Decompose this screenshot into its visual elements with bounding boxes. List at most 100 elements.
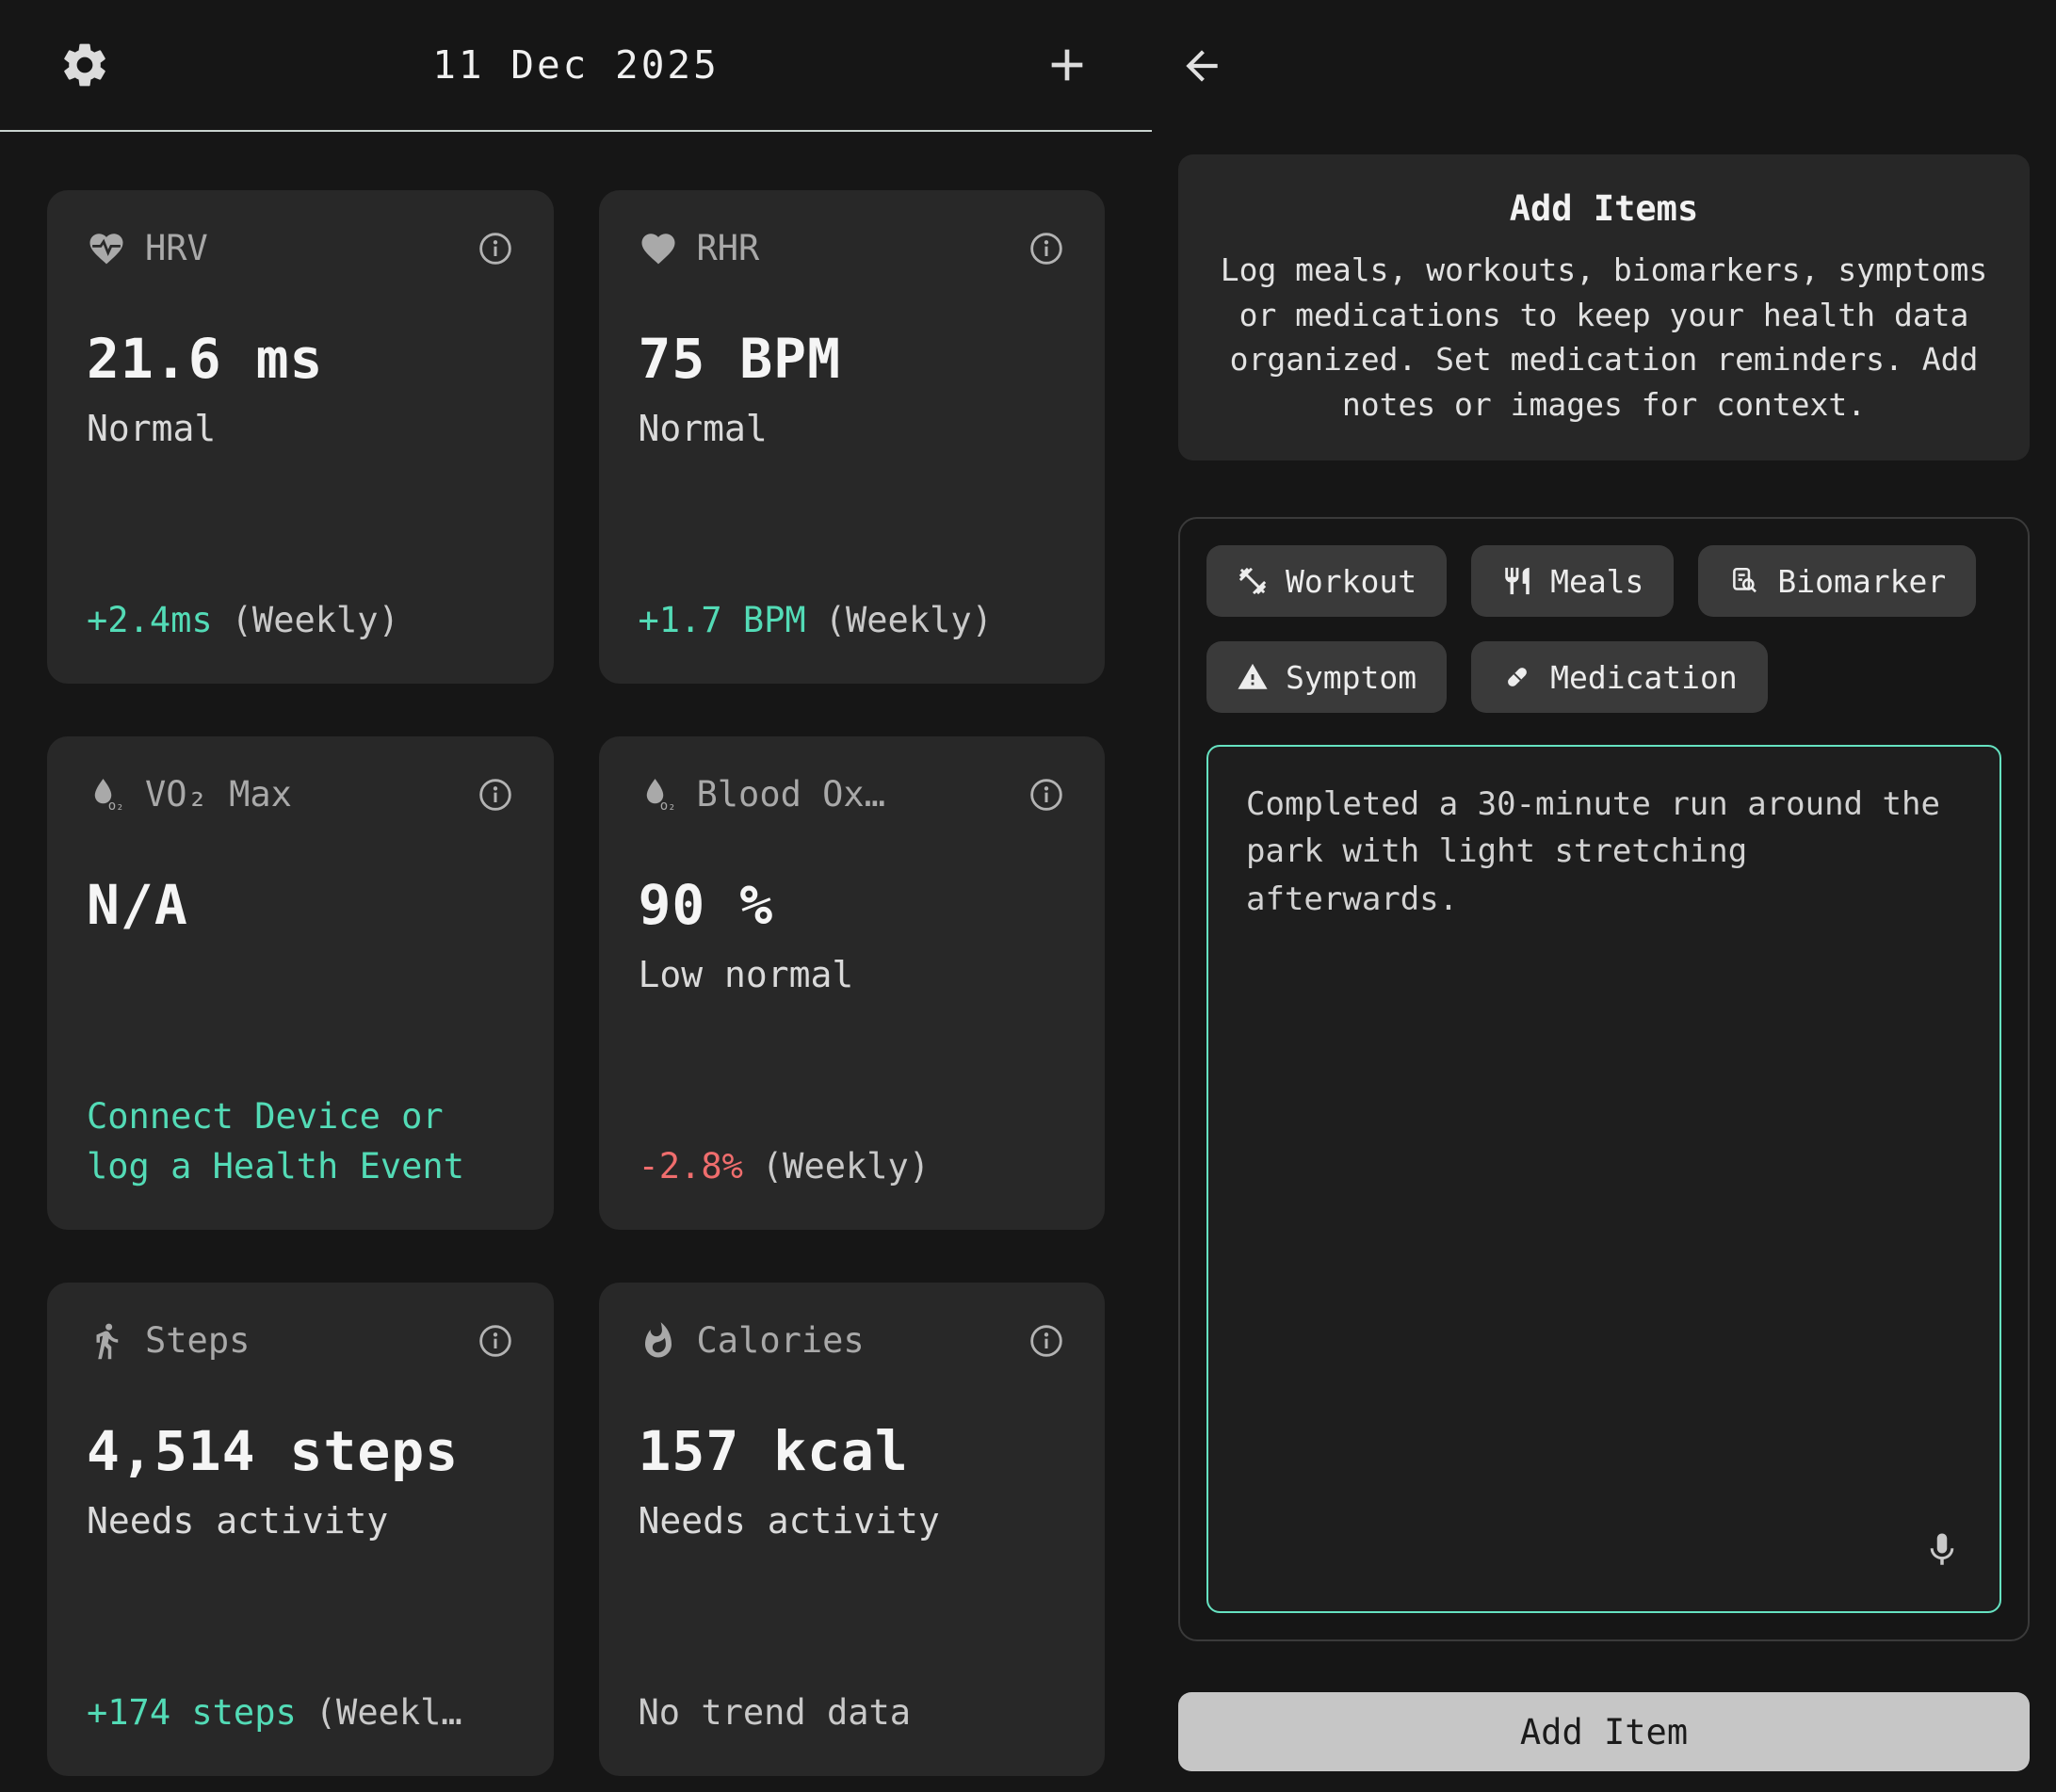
mic-button[interactable] xyxy=(1922,1530,1962,1570)
blood-oxygen-status: Low normal xyxy=(639,954,1066,995)
chip-medication-label: Medication xyxy=(1550,659,1738,696)
calories-trend: No trend data xyxy=(639,1687,1066,1738)
steps-trend-period: (Weekl… xyxy=(316,1687,462,1738)
steps-value: 4,514 steps xyxy=(87,1419,514,1483)
chip-workout-label: Workout xyxy=(1286,563,1417,600)
chip-medication[interactable]: Medication xyxy=(1471,641,1768,713)
info-icon xyxy=(1028,1322,1065,1360)
add-item-button[interactable]: Add Item xyxy=(1178,1692,2030,1771)
vo2max-connect: Connect Device or log a Health Event xyxy=(87,1091,514,1192)
card-hrv-label: HRV xyxy=(145,228,458,268)
vo2max-info-button[interactable] xyxy=(477,776,514,814)
dashboard-panel: 11 Dec 2025 HRV xyxy=(0,0,1152,1792)
blood-oxygen-info-button[interactable] xyxy=(1028,776,1065,814)
warning-icon xyxy=(1237,661,1269,693)
dashboard-header: 11 Dec 2025 xyxy=(0,0,1152,132)
steps-info-button[interactable] xyxy=(477,1322,514,1360)
rhr-trend: +1.7 BPM (Weekly) xyxy=(639,595,1066,646)
card-vo2max[interactable]: o₂ VO₂ Max N/A Connect Device or log a H… xyxy=(47,736,554,1230)
card-vo2max-label: VO₂ Max xyxy=(145,774,458,815)
vo2max-value: N/A xyxy=(87,873,514,937)
card-calories-header: Calories xyxy=(639,1320,1066,1361)
info-icon xyxy=(477,230,514,267)
card-steps[interactable]: Steps 4,514 steps Needs activity +174 st… xyxy=(47,1283,554,1776)
card-calories-label: Calories xyxy=(697,1320,1010,1361)
card-hrv-header: HRV xyxy=(87,228,514,268)
steps-trend-value: +174 steps xyxy=(87,1687,297,1738)
blood-oxygen-trend-period: (Weekly) xyxy=(762,1141,930,1192)
card-steps-header: Steps xyxy=(87,1320,514,1361)
blood-oxygen-trend-value: -2.8% xyxy=(639,1141,743,1192)
steps-trend: +174 steps (Weekl… xyxy=(87,1687,514,1738)
chip-meals[interactable]: Meals xyxy=(1471,545,1674,617)
back-arrow-icon xyxy=(1178,42,1225,89)
hrv-info-button[interactable] xyxy=(477,230,514,267)
add-entry-button[interactable] xyxy=(1041,39,1093,91)
info-icon xyxy=(1028,230,1065,267)
back-button[interactable] xyxy=(1178,42,1225,89)
settings-button[interactable] xyxy=(58,39,111,91)
heart-icon xyxy=(639,229,678,268)
add-items-description: Log meals, workouts, biomarkers, symptom… xyxy=(1212,248,1996,427)
info-icon xyxy=(1028,776,1065,814)
blood-oxygen-value: 90 % xyxy=(639,873,1066,937)
flame-icon xyxy=(639,1321,678,1361)
info-icon xyxy=(477,776,514,814)
heart-pulse-icon xyxy=(87,229,126,268)
steps-status: Needs activity xyxy=(87,1500,514,1542)
card-blood-oxygen[interactable]: o₂ Blood Ox… 90 % Low normal -2.8% (Week… xyxy=(599,736,1106,1230)
card-hrv[interactable]: HRV 21.6 ms Normal +2.4ms (Weekly) xyxy=(47,190,554,684)
hrv-trend-period: (Weekly) xyxy=(232,595,399,646)
hrv-trend: +2.4ms (Weekly) xyxy=(87,595,514,646)
add-items-info-box: Add Items Log meals, workouts, biomarker… xyxy=(1178,154,2030,460)
mic-icon xyxy=(1922,1530,1962,1570)
chip-symptom[interactable]: Symptom xyxy=(1206,641,1447,713)
utensils-icon xyxy=(1501,565,1533,597)
chip-biomarker-label: Biomarker xyxy=(1777,563,1946,600)
rhr-value: 75 BPM xyxy=(639,327,1066,391)
date-title: 11 Dec 2025 xyxy=(111,42,1041,88)
chip-biomarker[interactable]: Biomarker xyxy=(1698,545,1976,617)
add-items-panel: Add Items Log meals, workouts, biomarker… xyxy=(1152,0,2056,1792)
chip-workout[interactable]: Workout xyxy=(1206,545,1447,617)
calories-trend-text: No trend data xyxy=(639,1687,912,1738)
hrv-value: 21.6 ms xyxy=(87,327,514,391)
biomarker-icon xyxy=(1728,565,1760,597)
calories-value: 157 kcal xyxy=(639,1419,1066,1483)
dumbbell-icon xyxy=(1237,565,1269,597)
chip-meals-label: Meals xyxy=(1550,563,1643,600)
rhr-trend-period: (Weekly) xyxy=(825,595,993,646)
calories-status: Needs activity xyxy=(639,1500,1066,1542)
blood-oxygen-trend: -2.8% (Weekly) xyxy=(639,1141,1066,1192)
add-items-title: Add Items xyxy=(1212,188,1996,229)
note-area: Completed a 30-minute run around the par… xyxy=(1206,745,2001,1613)
hrv-status: Normal xyxy=(87,408,514,449)
connect-device-link[interactable]: Connect Device or log a Health Event xyxy=(87,1091,514,1192)
plus-icon xyxy=(1041,39,1093,91)
rhr-info-button[interactable] xyxy=(1028,230,1065,267)
card-rhr[interactable]: RHR 75 BPM Normal +1.7 BPM (Weekly) xyxy=(599,190,1106,684)
drop-o2-icon: o₂ xyxy=(639,775,678,815)
pill-icon xyxy=(1501,661,1533,693)
chip-symptom-label: Symptom xyxy=(1286,659,1417,696)
card-steps-label: Steps xyxy=(145,1320,458,1361)
compose-box: Workout Meals Biomarker xyxy=(1178,517,2030,1641)
card-rhr-header: RHR xyxy=(639,228,1066,268)
svg-text:o₂: o₂ xyxy=(108,798,124,813)
item-type-chips: Workout Meals Biomarker xyxy=(1206,545,2001,713)
add-items-header xyxy=(1178,0,2030,132)
gear-icon xyxy=(58,39,111,91)
note-input[interactable]: Completed a 30-minute run around the par… xyxy=(1246,781,1962,1577)
card-vo2max-header: o₂ VO₂ Max xyxy=(87,774,514,815)
card-blood-oxygen-header: o₂ Blood Ox… xyxy=(639,774,1066,815)
calories-info-button[interactable] xyxy=(1028,1322,1065,1360)
hrv-trend-value: +2.4ms xyxy=(87,595,213,646)
health-app: 11 Dec 2025 HRV xyxy=(0,0,2056,1792)
metric-cards-grid: HRV 21.6 ms Normal +2.4ms (Weekly) xyxy=(0,190,1152,1776)
card-rhr-label: RHR xyxy=(697,228,1010,268)
rhr-status: Normal xyxy=(639,408,1066,449)
card-calories[interactable]: Calories 157 kcal Needs activity No tren… xyxy=(599,1283,1106,1776)
info-icon xyxy=(477,1322,514,1360)
walker-icon xyxy=(87,1321,126,1361)
drop-o2-icon: o₂ xyxy=(87,775,126,815)
